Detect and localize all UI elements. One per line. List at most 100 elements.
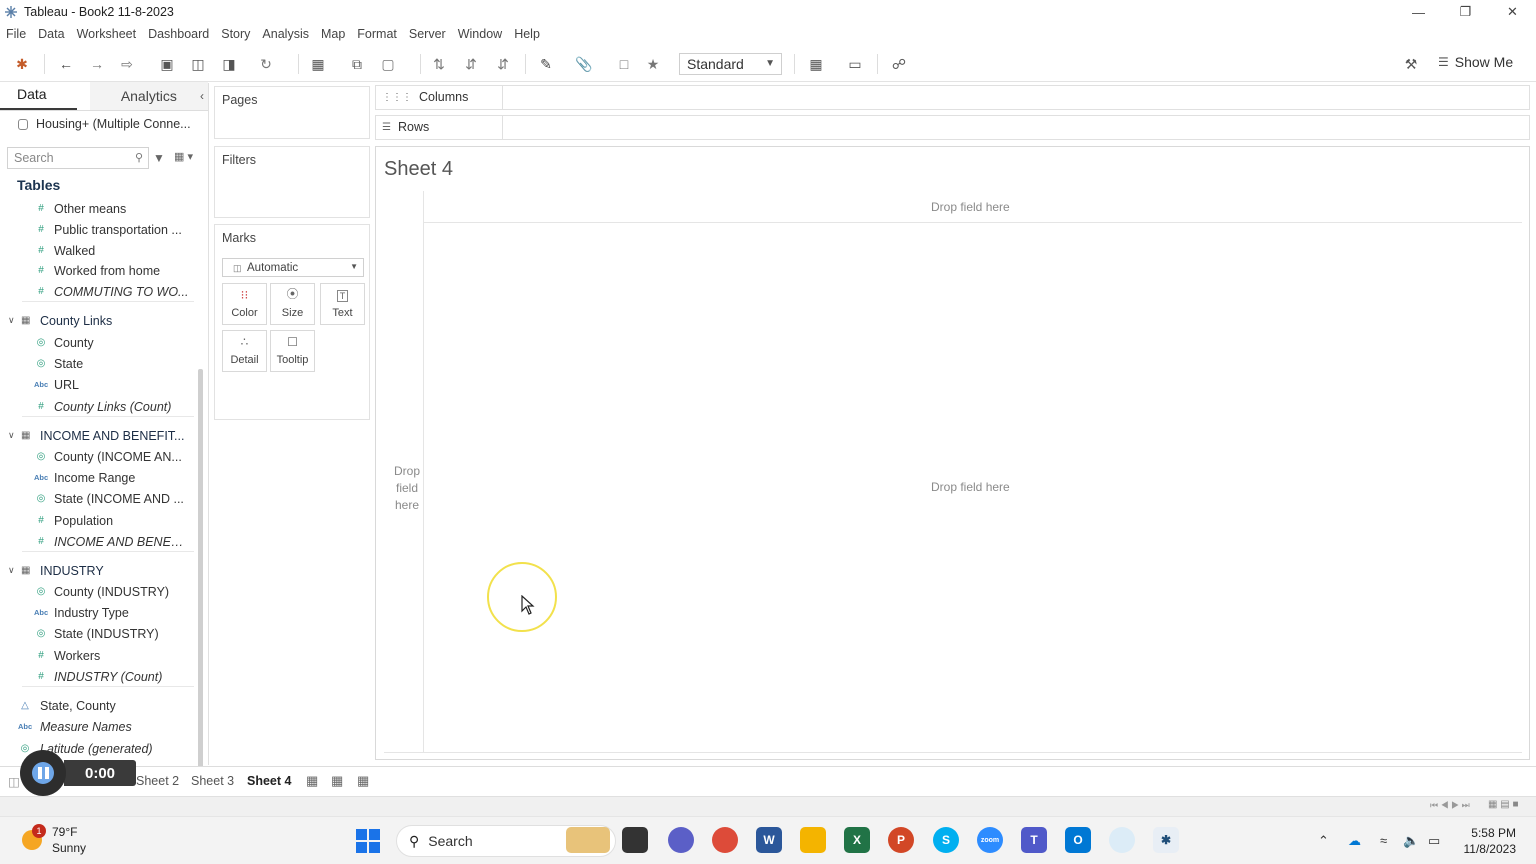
menu-data[interactable]: Data bbox=[38, 27, 64, 41]
outlook-icon[interactable]: O bbox=[1065, 827, 1091, 853]
refresh-icon[interactable]: ↻ bbox=[256, 54, 276, 74]
redo-icon[interactable]: → bbox=[87, 54, 107, 74]
chevron-up-icon[interactable]: ⌃ bbox=[1318, 833, 1329, 849]
show-cards-icon[interactable]: ▦ bbox=[806, 54, 826, 74]
field-item[interactable]: ◎ State (INDUSTRY) bbox=[0, 623, 194, 644]
file-explorer-icon[interactable] bbox=[622, 827, 648, 853]
field-item[interactable]: ◎ State (INCOME AND ... bbox=[0, 488, 194, 509]
field-item[interactable]: # County Links (Count) bbox=[0, 396, 194, 417]
drop-zone-center[interactable]: Drop field here bbox=[931, 480, 1010, 494]
field-item[interactable]: △ State, County bbox=[0, 695, 194, 716]
new-worksheet-icon[interactable]: ▦ bbox=[308, 54, 328, 74]
table-group-income[interactable]: ∨ ▦ INCOME AND BENEFIT... bbox=[0, 425, 194, 446]
drop-zone-columns[interactable]: Drop field here bbox=[424, 191, 1522, 223]
collapse-pane-icon[interactable]: ‹ bbox=[200, 89, 204, 103]
onedrive-icon[interactable]: ☁ bbox=[1348, 833, 1361, 849]
powerpoint-icon[interactable]: P bbox=[888, 827, 914, 853]
view-options-icon[interactable]: ▦ ▾ bbox=[174, 150, 193, 163]
view-toggle-icons[interactable]: ▦ ▤ ■ bbox=[1488, 799, 1519, 810]
swap-icon[interactable]: ⇅ bbox=[429, 54, 449, 74]
menu-dashboard[interactable]: Dashboard bbox=[148, 27, 209, 41]
table-group-industry[interactable]: ∨ ▦ INDUSTRY bbox=[0, 560, 194, 581]
excel-icon[interactable]: X bbox=[844, 827, 870, 853]
filters-shelf[interactable]: Filters bbox=[214, 146, 370, 218]
field-item[interactable]: # INCOME AND BENEFI... bbox=[0, 531, 194, 552]
sheet-title[interactable]: Sheet 4 bbox=[384, 158, 453, 181]
fix-axes-icon[interactable]: ★ bbox=[643, 54, 663, 74]
pause-button[interactable] bbox=[20, 750, 66, 796]
filter-icon[interactable]: ▼ bbox=[153, 151, 165, 165]
menu-format[interactable]: Format bbox=[357, 27, 397, 41]
datasource-item[interactable]: Housing+ (Multiple Conne... bbox=[18, 117, 191, 131]
tab-sheet-3[interactable]: Sheet 3 bbox=[191, 774, 234, 788]
wifi-icon[interactable]: ≈ bbox=[1380, 833, 1387, 848]
tab-data[interactable]: Data bbox=[0, 86, 77, 110]
skype-icon[interactable]: S bbox=[933, 827, 959, 853]
chrome-icon[interactable] bbox=[712, 827, 738, 853]
close-button[interactable]: ✕ bbox=[1489, 0, 1536, 24]
field-item[interactable]: Abc URL bbox=[0, 374, 194, 395]
rows-shelf[interactable]: ☰ Rows bbox=[375, 115, 1530, 140]
highlight-icon[interactable]: ✎ bbox=[536, 54, 556, 74]
menu-file[interactable]: File bbox=[6, 27, 26, 41]
volume-icon[interactable]: 🔈 bbox=[1403, 833, 1419, 849]
tableau-home-icon[interactable]: ✱ bbox=[12, 54, 32, 74]
teams-icon[interactable]: T bbox=[1021, 827, 1047, 853]
menu-window[interactable]: Window bbox=[458, 27, 502, 41]
clear-sheet-icon[interactable]: ▢ bbox=[378, 54, 398, 74]
duplicate-icon[interactable]: ⧉ bbox=[347, 54, 367, 74]
field-item[interactable]: Abc Industry Type bbox=[0, 602, 194, 623]
presentation-mode-icon[interactable]: ▭ bbox=[845, 54, 865, 74]
word-icon[interactable]: W bbox=[756, 827, 782, 853]
field-item[interactable]: # Population bbox=[0, 510, 194, 531]
tooltip-button[interactable]: ☐ Tooltip bbox=[270, 330, 315, 372]
field-item[interactable]: ◎ State bbox=[0, 353, 194, 374]
new-datasource-icon[interactable]: ◫ bbox=[188, 54, 208, 74]
copilot-icon[interactable] bbox=[566, 827, 610, 853]
data-source-tab-icon[interactable]: ◫ bbox=[8, 774, 20, 789]
sort-descending-icon[interactable]: ⇵ bbox=[493, 54, 513, 74]
new-worksheet-icon[interactable]: ▦ bbox=[306, 773, 318, 789]
taskbar-clock[interactable]: 5:58 PM 11/8/2023 bbox=[1458, 825, 1517, 857]
field-item[interactable]: # Public transportation ... bbox=[0, 219, 194, 240]
replay-icon[interactable]: ⇨ bbox=[117, 54, 137, 74]
share-icon[interactable]: ☍ bbox=[889, 54, 909, 74]
detail-button[interactable]: ∴ Detail bbox=[222, 330, 267, 372]
tab-sheet-4[interactable]: Sheet 4 bbox=[247, 774, 291, 788]
field-item[interactable]: # Walked bbox=[0, 240, 194, 261]
teams-chat-icon[interactable] bbox=[668, 827, 694, 853]
tableau-app-icon[interactable]: ✱ bbox=[1153, 827, 1179, 853]
menu-analysis[interactable]: Analysis bbox=[262, 27, 309, 41]
new-dashboard-icon[interactable]: ▦ bbox=[331, 773, 343, 789]
show-me-button[interactable]: ☰ Show Me bbox=[1438, 54, 1513, 70]
field-item[interactable]: # Workers bbox=[0, 645, 194, 666]
new-story-icon[interactable]: ▦ bbox=[357, 773, 369, 789]
restore-button[interactable]: ❐ bbox=[1442, 0, 1489, 24]
field-item[interactable]: ◎ County (INCOME AN... bbox=[0, 446, 194, 467]
weather-widget[interactable]: 1 79°F Sunny bbox=[22, 824, 86, 856]
field-item[interactable]: # Other means bbox=[0, 198, 194, 219]
screen-recorder-app-icon[interactable] bbox=[1109, 827, 1135, 853]
windows-start-icon[interactable] bbox=[356, 829, 380, 853]
save-icon[interactable]: ▣ bbox=[157, 54, 177, 74]
marks-type-dropdown[interactable]: ◫ Automatic ▼ bbox=[222, 258, 364, 277]
menu-map[interactable]: Map bbox=[321, 27, 345, 41]
table-group-county-links[interactable]: ∨ ▦ County Links bbox=[0, 310, 194, 331]
folder-icon[interactable] bbox=[800, 827, 826, 853]
color-button[interactable]: ⁝⁝ Color bbox=[222, 283, 267, 325]
menu-story[interactable]: Story bbox=[221, 27, 250, 41]
zoom-icon[interactable]: zoom bbox=[977, 827, 1003, 853]
fit-select[interactable]: Standard ▼ bbox=[679, 53, 782, 75]
pause-updates-icon[interactable]: ◨ bbox=[219, 54, 239, 74]
field-list-scrollbar[interactable] bbox=[198, 369, 203, 809]
sheet-navigation-icons[interactable]: ⏮ ◀ ▶ ⏭ bbox=[1430, 800, 1470, 811]
menu-worksheet[interactable]: Worksheet bbox=[77, 27, 137, 41]
pages-shelf[interactable]: Pages bbox=[214, 86, 370, 139]
menu-server[interactable]: Server bbox=[409, 27, 446, 41]
undo-icon[interactable]: ← bbox=[56, 54, 76, 74]
field-item[interactable]: # Worked from home bbox=[0, 260, 194, 281]
battery-icon[interactable]: ▭ bbox=[1428, 833, 1440, 849]
field-item[interactable]: Abc Income Range bbox=[0, 467, 194, 488]
labels-icon[interactable]: □ bbox=[614, 54, 634, 74]
search-input[interactable]: Search ⚲ bbox=[7, 147, 149, 169]
